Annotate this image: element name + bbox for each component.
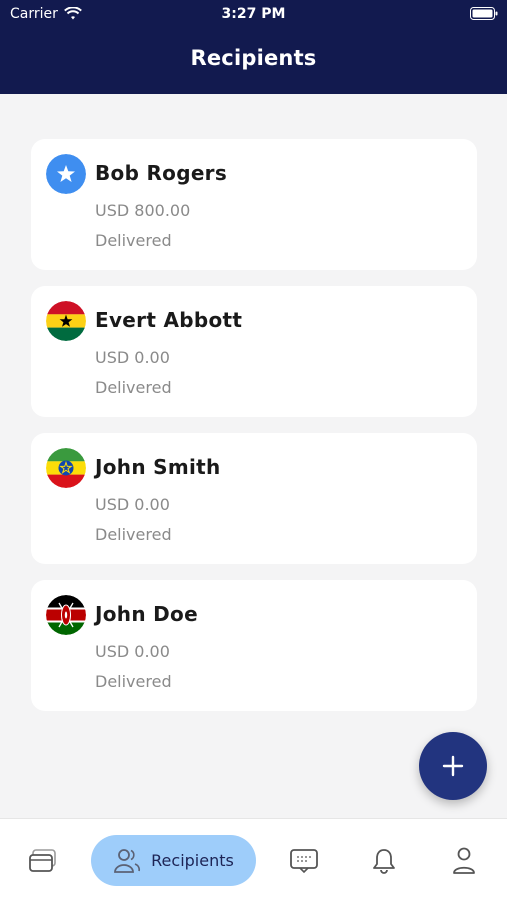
page-title: Recipients (190, 46, 317, 70)
recipient-status: Delivered (95, 672, 172, 691)
recipient-status: Delivered (95, 525, 172, 544)
bell-icon (373, 848, 395, 874)
recipient-name: Bob Rogers (95, 161, 228, 185)
battery-icon (470, 7, 498, 24)
recipient-card[interactable]: John Doe USD 0.00 Delivered (31, 580, 477, 711)
profile-icon (453, 847, 475, 874)
ethiopia-flag-icon (46, 448, 86, 488)
tab-notifications[interactable] (364, 835, 404, 886)
recipients-icon (114, 848, 141, 873)
recipient-card[interactable]: Evert Abbott USD 0.00 Delivered (31, 286, 477, 417)
recipient-status: Delivered (95, 378, 172, 397)
tab-recipients-label: Recipients (151, 851, 234, 870)
recipient-amount: USD 0.00 (95, 495, 170, 514)
bottom-tab-bar: Recipients (0, 818, 507, 900)
recipient-amount: USD 0.00 (95, 348, 170, 367)
recipient-status: Delivered (95, 231, 172, 250)
status-bar: Carrier 3:27 PM (0, 0, 507, 28)
recipient-card[interactable]: Bob Rogers USD 800.00 Delivered (31, 139, 477, 270)
add-recipient-button[interactable] (419, 732, 487, 800)
plus-icon (442, 755, 464, 777)
header-bar: Carrier 3:27 PM Recipients (0, 0, 507, 94)
recipient-card[interactable]: John Smith USD 0.00 Delivered (31, 433, 477, 564)
recipient-list: Bob Rogers USD 800.00 Delivered Evert Ab… (31, 139, 477, 727)
recipient-name: Evert Abbott (95, 308, 243, 332)
clock: 3:27 PM (221, 6, 286, 22)
recipient-name: John Doe (95, 602, 198, 626)
cards-icon (29, 848, 56, 872)
recipient-amount: USD 800.00 (95, 201, 191, 220)
star-icon (46, 154, 86, 194)
tab-cards[interactable] (22, 835, 64, 886)
tab-recipients[interactable]: Recipients (91, 835, 256, 886)
ghana-flag-icon (46, 301, 86, 341)
tab-profile[interactable] (444, 835, 484, 886)
messages-icon (290, 848, 318, 873)
kenya-flag-icon (46, 595, 86, 635)
tab-messages[interactable] (284, 835, 324, 886)
recipient-amount: USD 0.00 (95, 642, 170, 661)
recipient-name: John Smith (95, 455, 221, 479)
